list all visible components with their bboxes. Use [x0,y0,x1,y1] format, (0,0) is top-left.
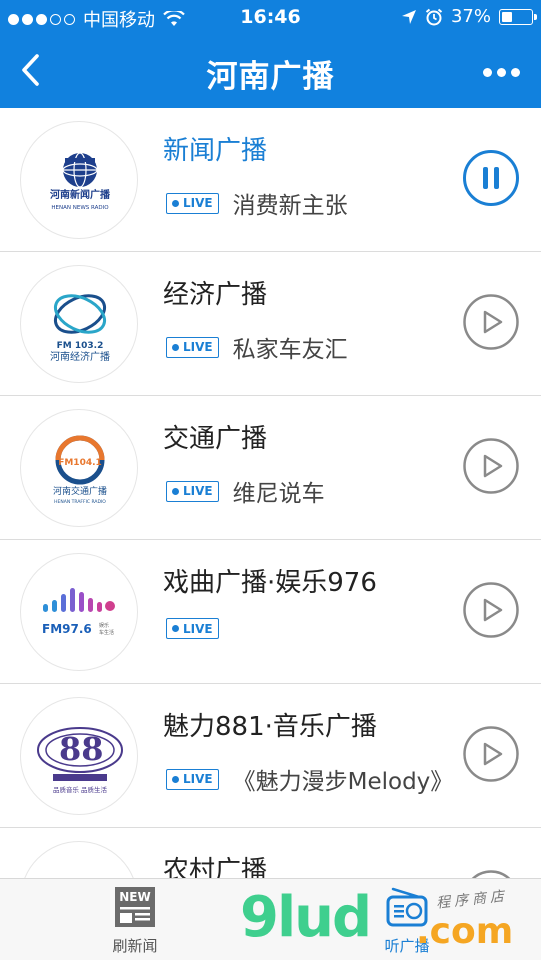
logo-text: 娱乐 [99,622,109,629]
henan-traffic-radio-logo: FM104.1 河南交通广播 HENAN TRAFFIC RADIO [20,409,138,527]
fm976-logo: FM97.6 娱乐 车生活 [20,553,138,671]
pause-icon [463,150,519,206]
station-row[interactable]: FM104.1 河南交通广播 HENAN TRAFFIC RADIO 交通广播 … [0,396,541,540]
henan-news-radio-logo: 河南新闻广播 HENAN NEWS RADIO [20,121,138,239]
station-subtitle: LIVE 维尼说车 [166,474,325,508]
page-title: 河南广播 [206,59,335,95]
station-name: 魅力881·音乐广播 [163,712,377,742]
more-dots-icon [482,67,492,77]
live-label: LIVE [183,772,213,786]
play-icon [471,870,511,878]
station-list: 河南新闻广播 HENAN NEWS RADIO 新闻广播 LIVE 消费新主张 … [0,108,541,878]
logo-text: 车生活 [99,629,114,636]
live-badge: LIVE [166,192,219,214]
logo-88-glyph: 88 [59,730,104,768]
live-dot-icon [172,343,179,351]
battery-percent: 37% [450,6,491,27]
live-label: LIVE [183,621,213,636]
app-header: 中国移动 16:46 37% 河南广播 [0,0,541,108]
station-name: 农村广播 [163,856,268,878]
charm-881-logo: 88 品质音乐 品质生活 [20,697,138,815]
play-icon [463,582,519,638]
logo-text: HENAN NEWS RADIO [51,205,109,211]
play-icon [463,438,519,494]
logo-text: 品质音乐 品质生活 [53,785,108,794]
play-icon [463,294,519,350]
station-name: 交通广播 [163,424,268,454]
program-name: 消费新主张 [232,193,348,219]
more-button[interactable] [475,50,527,94]
live-label: LIVE [183,484,213,498]
live-dot-icon [172,625,179,632]
station-name: 新闻广播 [163,136,268,166]
station-row[interactable]: 河南新闻广播 HENAN NEWS RADIO 新闻广播 LIVE 消费新主张 [0,108,541,252]
play-button[interactable] [463,870,519,878]
station-name: 戏曲广播·娱乐976 [163,568,377,598]
station-subtitle: LIVE [166,618,233,639]
station-subtitle: LIVE 消费新主张 [166,186,348,220]
battery-icon [499,8,537,25]
program-name: 私家车友汇 [232,337,348,363]
henan-economic-radio-logo: FM 103.2 河南经济广播 [20,265,138,383]
logo-text: FM104.1 [58,458,102,468]
live-badge: LIVE [166,768,219,790]
nav-bar: 河南广播 [0,36,541,108]
location-arrow-icon [401,9,416,24]
logo-text: 河南经济广播 [50,350,110,363]
watermark-main: 9lud [240,885,372,950]
station-row[interactable]: 88 品质音乐 品质生活 魅力881·音乐广播 LIVE 《魅力漫步Melody… [0,684,541,828]
tab-label: 听广播 [384,937,430,955]
live-dot-icon [172,487,179,495]
pause-button[interactable] [463,150,519,206]
station-row[interactable]: FM97.6 娱乐 车生活 戏曲广播·娱乐976 LIVE [0,540,541,684]
tab-radio[interactable]: 听广播 [352,885,462,956]
live-dot-icon [172,199,179,207]
rural-radio-logo [20,841,138,878]
live-badge: LIVE [166,336,219,358]
station-row[interactable]: FM 103.2 河南经济广播 经济广播 LIVE 私家车友汇 [0,252,541,396]
live-badge: LIVE [166,618,219,639]
play-button[interactable] [463,294,519,350]
program-name: 《魅力漫步Melody》 [232,769,454,795]
status-right: 37% [401,6,537,27]
station-row[interactable]: 农村广播 [0,828,541,878]
play-button[interactable] [463,438,519,494]
program-name: 维尼说车 [232,481,325,507]
station-subtitle: LIVE 私家车友汇 [166,330,348,364]
logo-text: HENAN TRAFFIC RADIO [54,499,106,505]
logo-text: FM 103.2 [57,341,104,351]
live-label: LIVE [183,340,213,354]
live-dot-icon [172,775,179,783]
tab-label: 刷新闻 [112,937,158,955]
alarm-clock-icon [425,8,443,25]
logo-text: FM97.6 [42,622,92,636]
tab-bar: NEW 刷新闻 听广播 9lud .com 程序商店 [0,878,541,960]
status-bar: 中国移动 16:46 37% [0,0,541,36]
radio-icon [386,887,428,927]
live-badge: LIVE [166,480,219,502]
news-icon: NEW [115,887,155,927]
tab-news[interactable]: NEW 刷新闻 [80,885,190,956]
news-badge: NEW [119,890,150,904]
play-icon [463,726,519,782]
station-name: 经济广播 [163,280,268,310]
station-subtitle: LIVE 《魅力漫步Melody》 [166,762,453,796]
live-label: LIVE [183,196,213,210]
battery-level [502,11,512,22]
logo-text: 河南交通广播 [53,485,107,497]
logo-text: 河南新闻广播 [50,188,111,201]
play-button[interactable] [463,726,519,782]
play-button[interactable] [463,582,519,638]
